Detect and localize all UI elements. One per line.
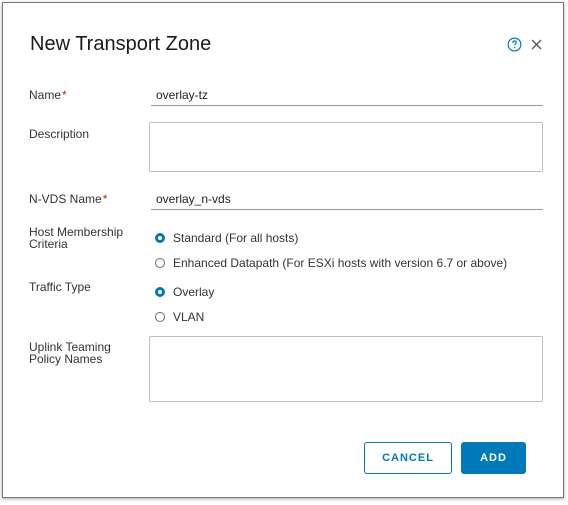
uplink-teaming-label: Uplink Teaming Policy Names — [29, 340, 111, 366]
dialog-title: New Transport Zone — [30, 33, 212, 55]
new-transport-zone-dialog: New Transport Zone Name* overlay-tz Desc… — [2, 2, 564, 498]
name-input[interactable]: overlay-tz — [151, 86, 543, 106]
description-label: Description — [29, 127, 90, 141]
radio-overlay[interactable]: Overlay — [155, 285, 214, 299]
name-label: Name* — [29, 88, 67, 102]
radio-unchecked-icon[interactable] — [155, 312, 165, 322]
uplink-teaming-textarea[interactable] — [149, 336, 543, 402]
required-mark: * — [62, 88, 67, 102]
host-membership-label: Host Membership Criteria — [29, 225, 124, 251]
traffic-type-label: Traffic Type — [29, 280, 91, 294]
radio-standard[interactable]: Standard (For all hosts) — [155, 231, 298, 245]
close-icon[interactable] — [531, 39, 542, 50]
radio-standard-label: Standard (For all hosts) — [173, 231, 299, 245]
nvds-name-input[interactable]: overlay_n-vds — [151, 190, 543, 210]
radio-checked-icon[interactable] — [155, 233, 165, 243]
required-mark: * — [102, 192, 108, 206]
cancel-button[interactable]: CANCEL — [364, 442, 452, 474]
help-icon[interactable] — [507, 37, 522, 52]
description-textarea[interactable] — [149, 122, 543, 172]
radio-vlan-label: VLAN — [173, 310, 205, 324]
radio-enhanced-datapath[interactable]: Enhanced Datapath (For ESXi hosts with v… — [155, 256, 507, 270]
add-button[interactable]: ADD — [461, 442, 526, 474]
radio-vlan[interactable]: VLAN — [155, 310, 204, 324]
radio-checked-icon[interactable] — [155, 287, 165, 297]
radio-overlay-label: Overlay — [173, 285, 215, 299]
radio-enhanced-label: Enhanced Datapath (For ESXi hosts with v… — [173, 256, 508, 270]
radio-unchecked-icon[interactable] — [155, 258, 165, 268]
nvds-name-label: N-VDS Name* — [29, 192, 108, 206]
